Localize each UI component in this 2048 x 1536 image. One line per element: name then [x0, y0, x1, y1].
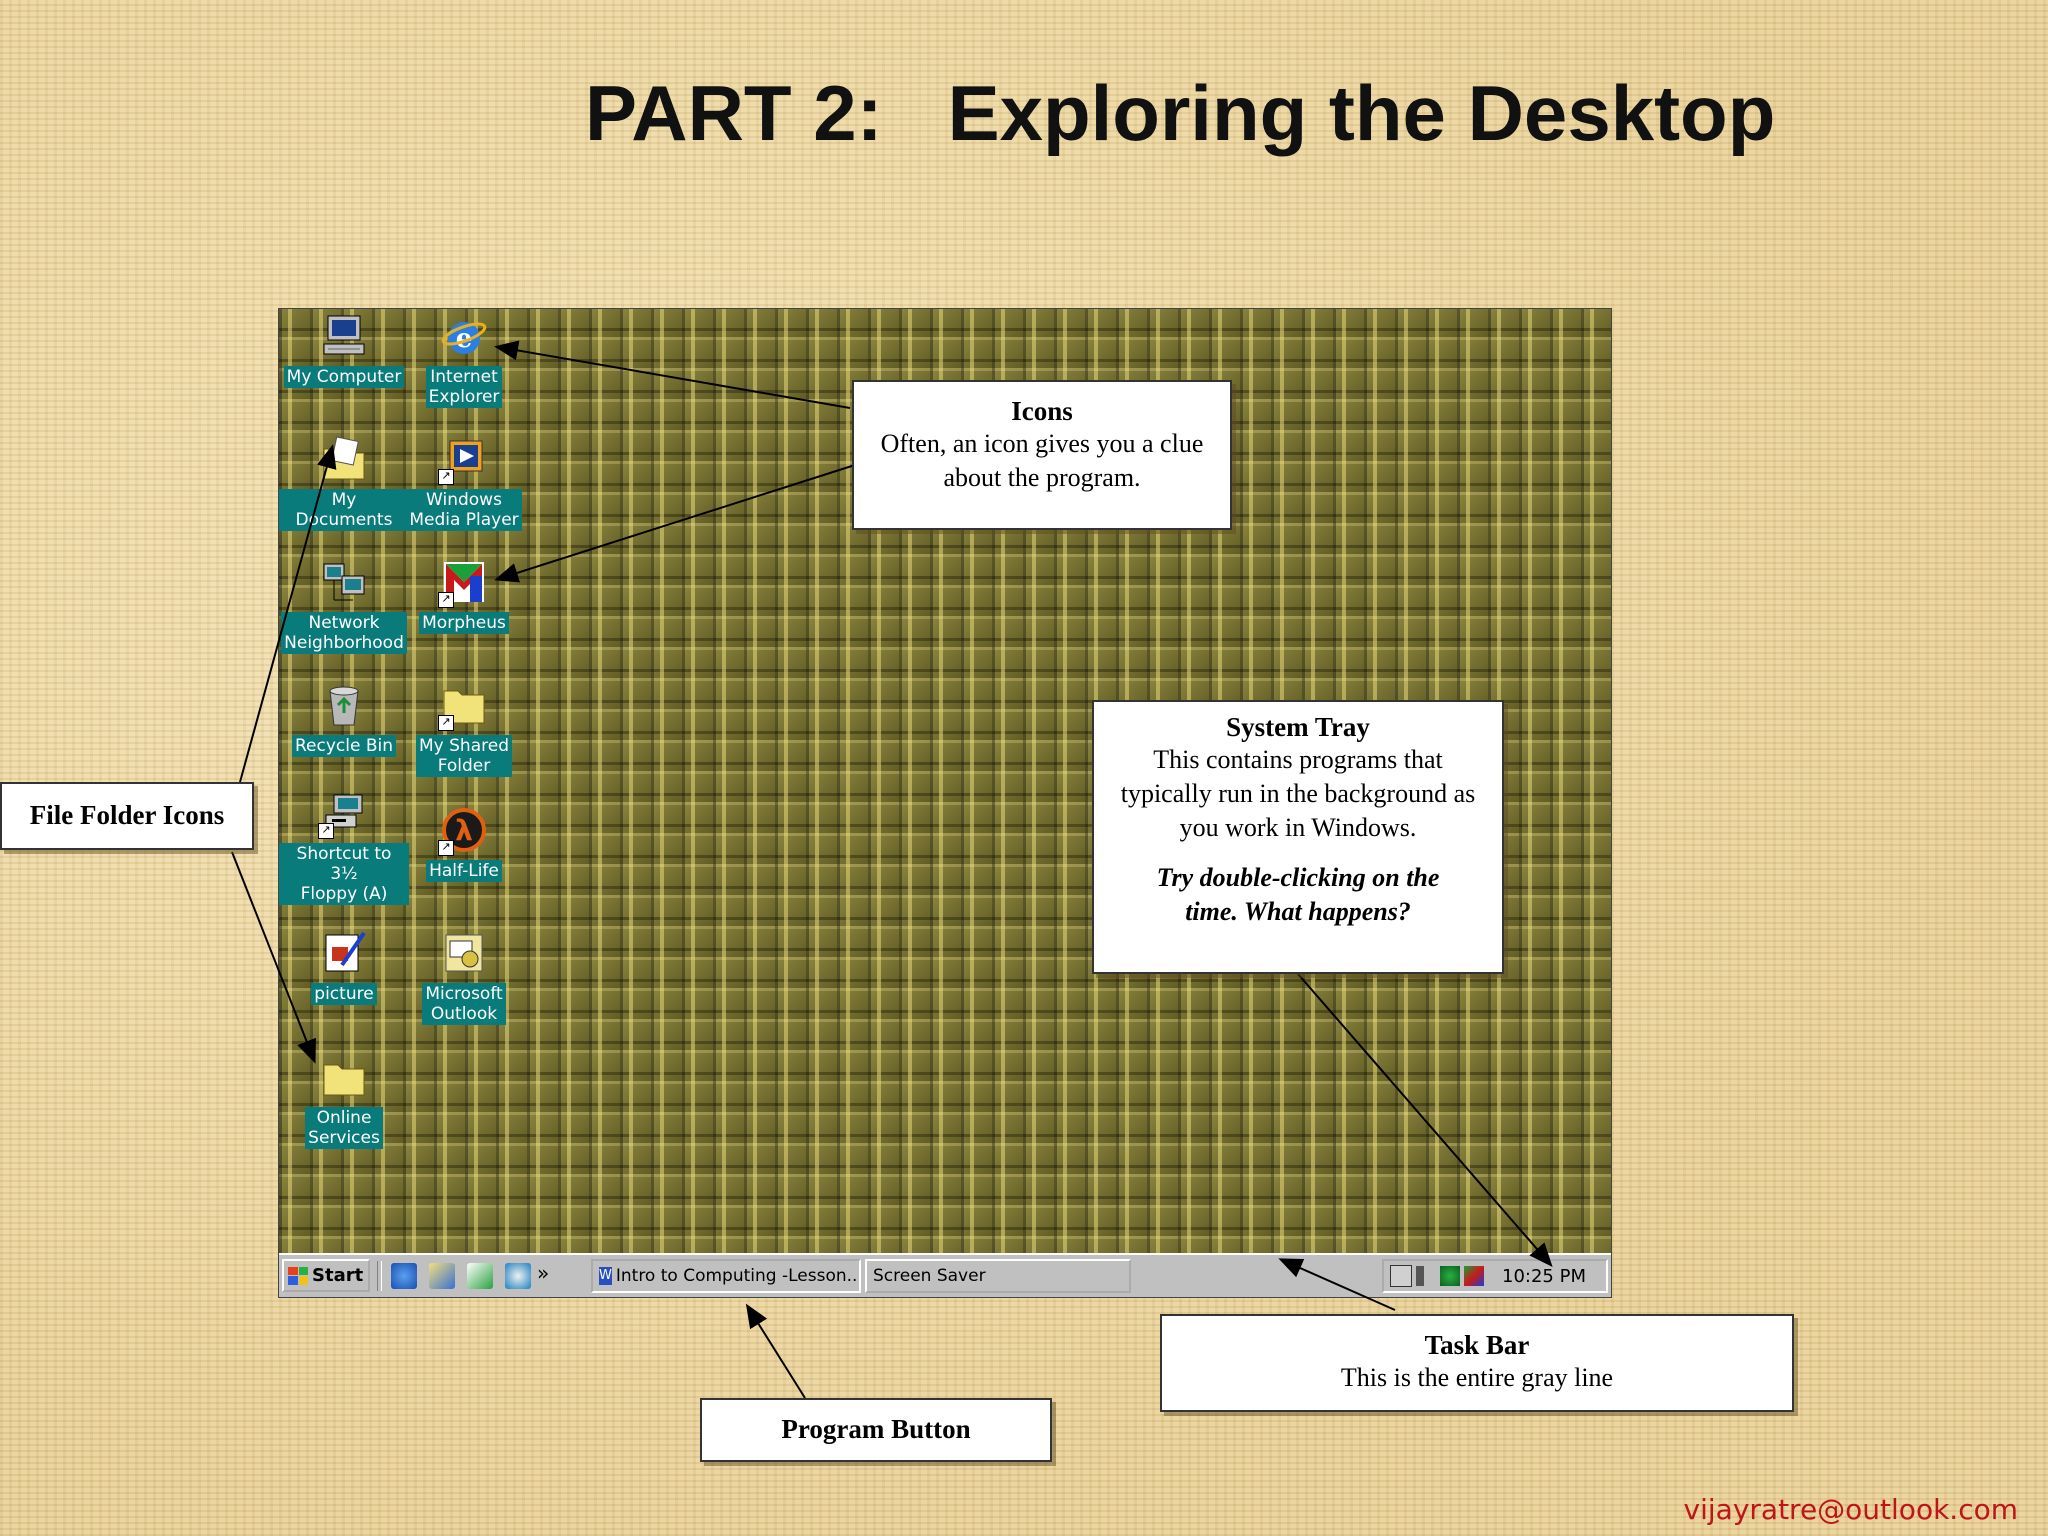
computer-icon — [320, 312, 368, 360]
word-document-icon: W — [599, 1267, 612, 1285]
outlook-icon — [440, 929, 488, 977]
quicklaunch-ie-icon[interactable] — [391, 1263, 417, 1289]
callout-program-button: Program Button — [700, 1398, 1052, 1462]
folder-icon — [320, 1053, 368, 1101]
task-button-label: Screen Saver — [873, 1266, 986, 1286]
start-label: Start — [312, 1265, 364, 1286]
callout-body: This contains programs that typically ru… — [1120, 745, 1476, 842]
desktop-icon-label: Shortcut to 3½ Floppy (A) — [279, 843, 409, 905]
desktop-icon-online-services[interactable]: Online Services — [279, 1053, 409, 1149]
desktop-icon-label: Network Neighborhood — [281, 612, 407, 654]
desktop-icon-my-documents[interactable]: My Documents — [279, 435, 409, 531]
desktop-icon-label: Microsoft Outlook — [422, 983, 506, 1025]
ie-icon: e — [440, 312, 488, 360]
half-life-icon: λ ↗ — [438, 806, 488, 856]
desktop-icon-windows-media-player[interactable]: ↗ Windows Media Player — [399, 435, 529, 531]
network-tray-icon[interactable] — [1440, 1266, 1460, 1286]
taskbar-divider — [377, 1261, 382, 1291]
system-tray: 10:25 PM — [1382, 1259, 1608, 1293]
media-player-icon: ↗ — [438, 435, 488, 485]
callout-task-bar: Task Bar This is the entire gray line — [1160, 1314, 1794, 1412]
callout-title: Program Button — [781, 1414, 971, 1444]
desktop-icon-label: My Shared Folder — [416, 735, 512, 777]
desktop-icon-morpheus[interactable]: ↗ Morpheus — [399, 558, 529, 634]
desktop-icon-label: Recycle Bin — [291, 735, 396, 757]
desktop-icon-label: Internet Explorer — [425, 366, 503, 408]
desktop-icon-floppy-shortcut[interactable]: ↗ Shortcut to 3½ Floppy (A) — [279, 789, 409, 905]
network-icon — [320, 558, 368, 606]
quicklaunch-channels-icon[interactable] — [505, 1263, 531, 1289]
desktop-icon-my-computer[interactable]: My Computer — [279, 312, 409, 388]
desktop-icon-half-life[interactable]: λ ↗ Half-Life — [399, 806, 529, 882]
desktop-icon-picture[interactable]: picture — [279, 929, 409, 1005]
callout-icons: Icons Often, an icon gives you a clue ab… — [852, 380, 1232, 530]
floppy-drive-icon: ↗ — [318, 789, 368, 839]
callout-body: Often, an icon gives you a clue about th… — [880, 429, 1204, 492]
callout-body: This is the entire gray line — [1340, 1363, 1614, 1392]
task-button-label: Intro to Computing -Lesson... — [615, 1266, 861, 1286]
desktop-icon-label: Online Services — [305, 1107, 383, 1149]
callout-title: System Tray — [1226, 712, 1370, 742]
callout-italic-note: Try double-clicking on the time. What ha… — [1156, 863, 1440, 926]
taskbar: Start » W Intro to Computing -Lesson... … — [279, 1253, 1611, 1297]
desktop-icon-label: Morpheus — [419, 612, 509, 634]
desktop-icon-label: My Computer — [283, 366, 405, 388]
desktop-icon-network-neighborhood[interactable]: Network Neighborhood — [279, 558, 409, 654]
callout-title: File Folder Icons — [29, 800, 225, 830]
windows-logo-icon — [288, 1266, 308, 1285]
svg-text:λ: λ — [455, 814, 473, 847]
shortcut-arrow-icon: ↗ — [438, 592, 454, 608]
slide-title: PART 2: Exploring the Desktop — [585, 69, 1776, 157]
folder-icon: ↗ — [438, 681, 488, 731]
callout-title: Icons — [1011, 396, 1073, 426]
recycle-bin-icon — [320, 681, 368, 729]
start-button[interactable]: Start — [282, 1259, 370, 1292]
desktop-icon-label: Windows Media Player — [406, 489, 522, 531]
picture-icon — [320, 929, 368, 977]
quicklaunch-overflow-icon[interactable]: » — [537, 1261, 549, 1285]
arrow-to-program-button — [745, 1303, 806, 1399]
task-button-screen-saver[interactable]: Screen Saver — [865, 1259, 1131, 1293]
desktop-icon-microsoft-outlook[interactable]: Microsoft Outlook — [399, 929, 529, 1025]
documents-folder-icon — [320, 435, 368, 483]
callout-file-folder-icons: File Folder Icons — [0, 782, 254, 850]
shortcut-arrow-icon: ↗ — [318, 823, 334, 839]
desktop-icon-label: Half-Life — [426, 860, 502, 882]
desktop-icon-label: My Documents — [279, 489, 409, 531]
footer-email: vijayratre@outlook.com — [1683, 1493, 2018, 1526]
desktop-icon-internet-explorer[interactable]: e Internet Explorer — [399, 312, 529, 408]
morpheus-tray-icon[interactable] — [1464, 1266, 1484, 1286]
shortcut-arrow-icon: ↗ — [438, 840, 454, 856]
shortcut-arrow-icon: ↗ — [438, 715, 454, 731]
tray-monitor-icon[interactable] — [1390, 1265, 1412, 1287]
desktop-icon-my-shared-folder[interactable]: ↗ My Shared Folder — [399, 681, 529, 777]
desktop-icon-recycle-bin[interactable]: Recycle Bin — [279, 681, 409, 757]
desktop-icon-label: picture — [311, 983, 377, 1005]
taskbar-clock[interactable]: 10:25 PM — [1502, 1266, 1586, 1287]
shortcut-arrow-icon: ↗ — [438, 469, 454, 485]
task-button-intro-to-computing[interactable]: W Intro to Computing -Lesson... — [591, 1259, 861, 1293]
quicklaunch-outlook-express-icon[interactable] — [429, 1263, 455, 1289]
volume-icon[interactable] — [1416, 1266, 1436, 1286]
morpheus-icon: ↗ — [438, 558, 488, 608]
quicklaunch-desktop-icon[interactable] — [467, 1263, 493, 1289]
callout-system-tray: System Tray This contains programs that … — [1092, 700, 1504, 974]
callout-title: Task Bar — [1424, 1330, 1530, 1360]
